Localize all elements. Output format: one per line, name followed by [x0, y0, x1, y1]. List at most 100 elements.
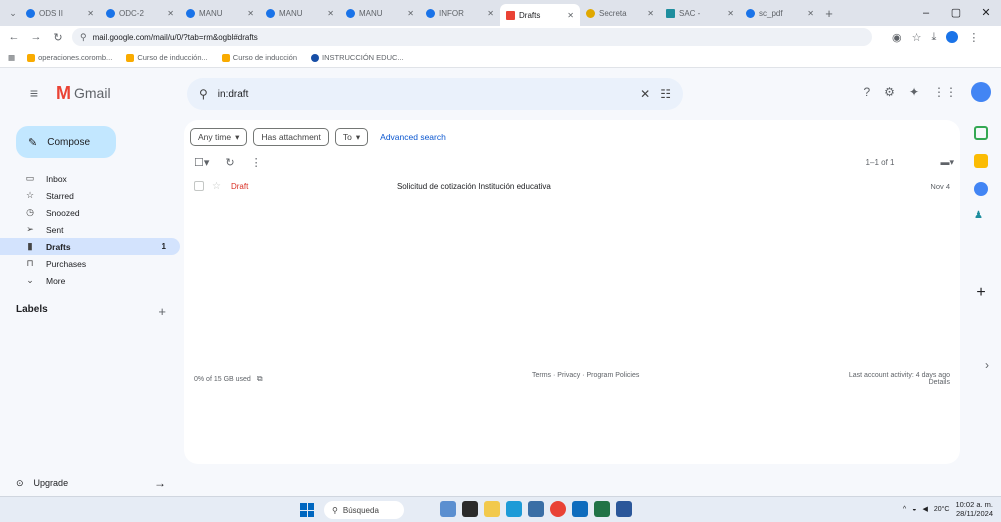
- browser-tab[interactable]: Drafts ✕: [500, 4, 580, 26]
- gmail-logo[interactable]: M Gmail: [56, 83, 176, 104]
- weather-text[interactable]: 20°C: [934, 506, 950, 513]
- close-tab-icon[interactable]: ✕: [167, 9, 174, 18]
- browser-tab[interactable]: MANU ✕: [180, 3, 260, 23]
- select-all-checkbox[interactable]: ☐▾: [194, 156, 209, 169]
- details-link[interactable]: Details: [929, 379, 950, 386]
- upgrade-button[interactable]: ⊙ Upgrade →: [16, 476, 166, 490]
- sidebar-item-starred[interactable]: ☆ Starred: [0, 187, 180, 204]
- browser-tab[interactable]: MANU ✕: [260, 3, 340, 23]
- sidebar-item-more[interactable]: ⌄ More: [0, 272, 180, 289]
- search-icon[interactable]: ⚲: [199, 87, 208, 101]
- browser-tab-strip: ⌄ ODS II ✕ ODC-2 ✕ MANU ✕ MANU ✕ MANU ✕ INFOR ✕ Draf…: [0, 0, 1001, 26]
- account-avatar[interactable]: [971, 82, 991, 102]
- download-icon[interactable]: ⤓: [931, 31, 936, 44]
- close-tab-icon[interactable]: ✕: [807, 9, 814, 18]
- star-icon[interactable]: ☆: [212, 181, 221, 192]
- close-tab-icon[interactable]: ✕: [647, 9, 654, 18]
- file-explorer-icon[interactable]: [484, 501, 500, 517]
- widgets-icon[interactable]: [440, 501, 456, 517]
- help-icon[interactable]: ?: [863, 85, 870, 99]
- to-chip[interactable]: To ▾: [334, 128, 369, 146]
- settings-gear-icon[interactable]: ⚙: [884, 85, 895, 99]
- close-tab-icon[interactable]: ✕: [727, 9, 734, 18]
- sidebar-item-purchases[interactable]: ⊓ Purchases: [0, 255, 180, 272]
- bookmark-star-icon[interactable]: ☆: [912, 31, 922, 44]
- visibility-icon[interactable]: ◉: [892, 31, 902, 44]
- sidebar-item-snoozed[interactable]: ◷ Snoozed: [0, 204, 180, 221]
- back-icon[interactable]: ←: [6, 31, 22, 43]
- sidebar-item-label: Sent: [46, 224, 64, 235]
- search-input[interactable]: in:draft: [218, 89, 630, 100]
- sidebar-item-inbox[interactable]: ▭ Inbox: [0, 170, 180, 187]
- refresh-icon[interactable]: ↻: [225, 156, 234, 169]
- start-button[interactable]: [300, 503, 314, 517]
- close-window-icon[interactable]: ✕: [971, 0, 1001, 26]
- volume-icon[interactable]: ◀: [922, 505, 927, 513]
- taskbar-search[interactable]: ⚲ Búsqueda: [324, 501, 404, 519]
- chrome-icon[interactable]: [550, 501, 566, 517]
- close-tab-icon[interactable]: ✕: [407, 9, 414, 18]
- close-tab-icon[interactable]: ✕: [327, 9, 334, 18]
- forward-icon[interactable]: →: [28, 31, 44, 43]
- clock[interactable]: 10:02 a. m. 28/11/2024: [955, 500, 993, 518]
- browser-tab[interactable]: MANU ✕: [340, 3, 420, 23]
- message-row[interactable]: ☆ Draft Solicitud de cotización Institució…: [184, 176, 960, 196]
- maximize-icon[interactable]: ▢: [941, 0, 971, 26]
- tab-search-icon[interactable]: ⌄: [6, 8, 20, 19]
- tasks-icon[interactable]: [974, 182, 988, 196]
- site-info-icon[interactable]: ⚲: [80, 32, 87, 43]
- sidebar-item-drafts[interactable]: ▮ Drafts 1: [0, 238, 180, 255]
- bookmark-item[interactable]: INSTRUCCIÓN EDUC...: [311, 53, 404, 62]
- compose-button[interactable]: ✎ Compose: [16, 126, 116, 158]
- create-label-icon[interactable]: +: [158, 304, 166, 319]
- bookmark-item[interactable]: Curso de inducción: [221, 53, 297, 62]
- close-tab-icon[interactable]: ✕: [567, 11, 574, 20]
- sidebar-item-sent[interactable]: ➢ Sent: [0, 221, 180, 238]
- network-icon[interactable]: ◒: [912, 506, 916, 513]
- search-options-icon[interactable]: ☷: [660, 87, 671, 101]
- expand-panel-icon[interactable]: ›: [985, 358, 989, 372]
- advanced-search-link[interactable]: Advanced search: [380, 132, 446, 142]
- browser-tab[interactable]: ODC-2 ✕: [100, 3, 180, 23]
- bookmark-item[interactable]: Curso de inducción...: [126, 53, 208, 62]
- word-icon[interactable]: [616, 501, 632, 517]
- row-checkbox[interactable]: [194, 181, 204, 191]
- minimize-icon[interactable]: –: [911, 0, 941, 26]
- reload-icon[interactable]: ↻: [50, 31, 66, 44]
- get-addons-icon[interactable]: +: [976, 284, 985, 302]
- contacts-icon[interactable]: ♟: [974, 210, 988, 224]
- tray-overflow-icon[interactable]: ^: [903, 506, 906, 513]
- task-view-icon[interactable]: [462, 501, 478, 517]
- calendar-icon[interactable]: [974, 126, 988, 140]
- apps-launcher-icon[interactable]: ⋮⋮: [933, 85, 957, 99]
- edge-icon[interactable]: [506, 501, 522, 517]
- browser-menu-icon[interactable]: ⋮: [968, 31, 979, 44]
- keep-icon[interactable]: [974, 154, 988, 168]
- gemini-sparkle-icon[interactable]: ✦: [909, 85, 919, 99]
- browser-tab[interactable]: sc_pdf ✕: [740, 3, 820, 23]
- clear-search-icon[interactable]: ✕: [640, 87, 650, 101]
- excel-icon[interactable]: [594, 501, 610, 517]
- new-tab-button[interactable]: +: [820, 6, 838, 21]
- apps-grid-icon[interactable]: ▦: [8, 53, 15, 62]
- browser-tab[interactable]: SAC - ✕: [660, 3, 740, 23]
- outlook-icon[interactable]: [572, 501, 588, 517]
- density-toggle-icon[interactable]: ▬▾: [940, 157, 954, 168]
- more-options-icon[interactable]: ⋮: [251, 156, 262, 169]
- close-tab-icon[interactable]: ✕: [247, 9, 254, 18]
- any-time-chip[interactable]: Any time ▾: [190, 128, 248, 146]
- browser-tab[interactable]: ODS II ✕: [20, 3, 100, 23]
- browser-tab[interactable]: INFOR ✕: [420, 3, 500, 23]
- address-bar[interactable]: ⚲ mail.google.com/mail/u/0/?tab=rm&ogbl#…: [72, 28, 872, 46]
- has-attachment-chip[interactable]: Has attachment: [253, 128, 329, 146]
- terms-links[interactable]: Terms · Privacy · Program Policies: [532, 372, 639, 386]
- store-icon[interactable]: [528, 501, 544, 517]
- browser-tab[interactable]: Secreta ✕: [580, 3, 660, 23]
- close-tab-icon[interactable]: ✕: [487, 9, 494, 18]
- main-menu-icon[interactable]: ≡: [24, 85, 44, 101]
- profile-avatar[interactable]: [946, 31, 959, 43]
- bookmark-item[interactable]: operaciones.coromb...: [27, 53, 112, 62]
- sidebar-item-label: Drafts: [46, 241, 71, 252]
- external-link-icon[interactable]: ⧉: [257, 374, 263, 384]
- close-tab-icon[interactable]: ✕: [87, 9, 94, 18]
